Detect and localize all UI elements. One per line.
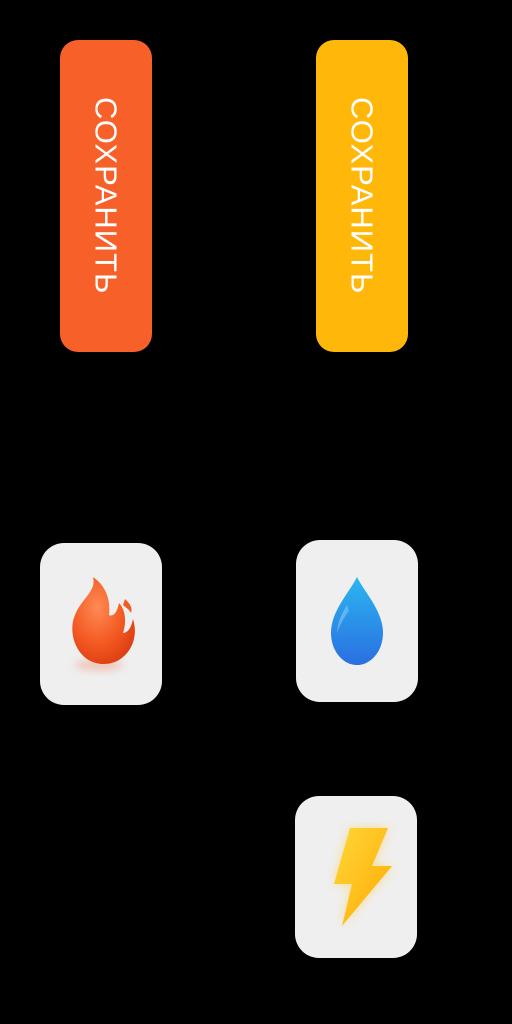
save-button-yellow[interactable]: СОХРАНИТЬ [316, 40, 408, 352]
lightning-bolt-icon [334, 828, 392, 926]
fire-tile[interactable] [40, 543, 162, 705]
save-button-orange[interactable]: СОХРАНИТЬ [60, 40, 152, 352]
water-drop-icon [331, 577, 383, 665]
lightning-tile[interactable] [295, 796, 417, 958]
fire-icon [72, 577, 135, 671]
water-tile[interactable] [296, 540, 418, 702]
save-button-label: СОХРАНИТЬ [344, 97, 380, 295]
save-button-label: СОХРАНИТЬ [88, 97, 124, 295]
